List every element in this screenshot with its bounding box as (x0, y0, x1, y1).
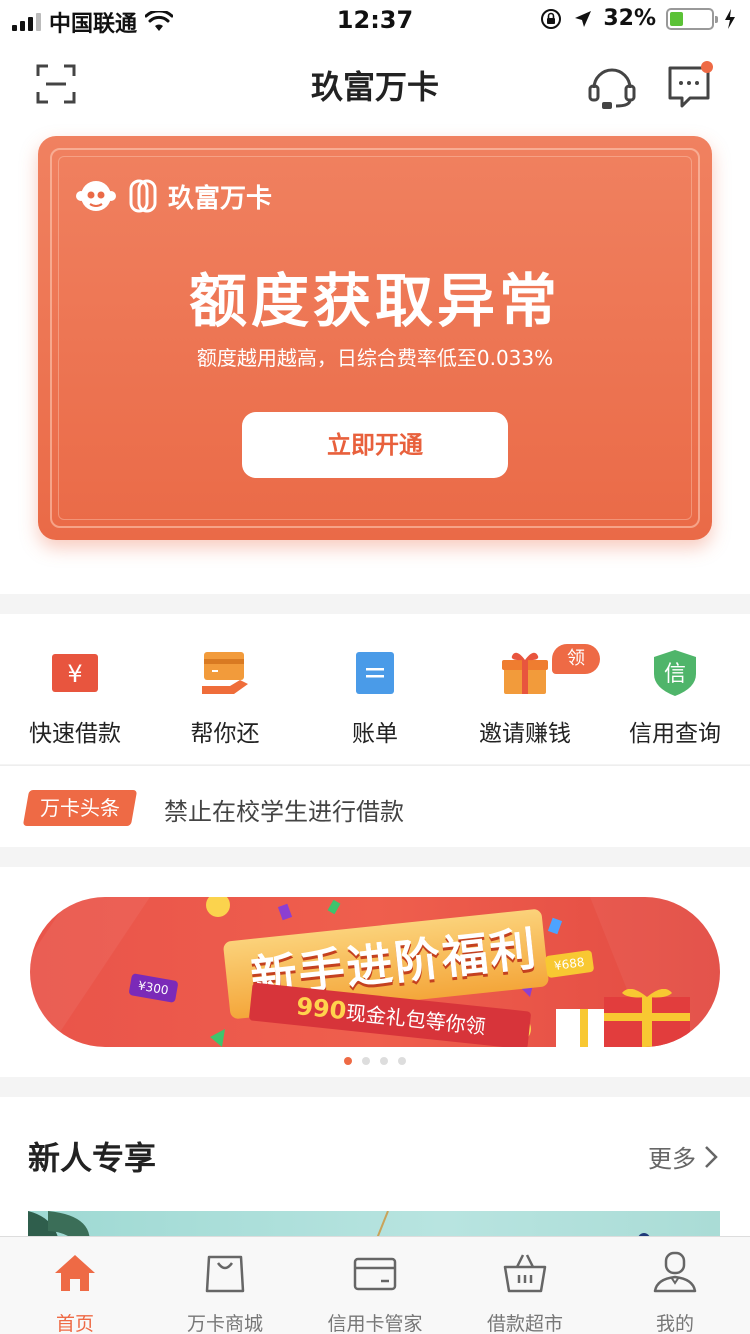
tab-card-manager[interactable]: 信用卡管家 (300, 1237, 450, 1334)
promo-carousel: 新手进阶福利 990现金礼包等你领 ¥300 ¥688 (0, 867, 750, 1077)
quick-menu: ¥ 快速借款 帮你还 账单 领现金 邀请赚钱 信 信用查询 (0, 614, 750, 764)
gift-box-icon (502, 652, 548, 694)
user-icon (653, 1251, 697, 1293)
cash-badge: 领现金 (552, 644, 600, 729)
menu-item-quick-loan[interactable]: ¥ 快速借款 (0, 614, 150, 764)
menu-item-credit-query[interactable]: 信 信用查询 (600, 614, 750, 764)
menu-item-repay[interactable]: 帮你还 (150, 614, 300, 764)
brand-logo: 玖富万卡 (74, 176, 272, 216)
more-link[interactable]: 更多 (648, 1139, 718, 1174)
menu-item-invite[interactable]: 领现金 邀请赚钱 (450, 614, 600, 764)
status-bar: 中国联通 12:37 32% (0, 0, 750, 40)
credit-card-icon (353, 1257, 397, 1291)
section-title: 新人专享 (28, 1139, 157, 1177)
headset-icon[interactable] (586, 60, 638, 112)
battery-level (670, 11, 683, 26)
app-screen: 中国联通 12:37 32% 玖富万卡 玖富万卡 额度获取异常 额度越用越高，日… (0, 0, 750, 1334)
svg-text:¥: ¥ (67, 660, 82, 688)
yuan-card-icon: ¥ (52, 654, 98, 692)
promo-banner[interactable]: 新手进阶福利 990现金礼包等你领 ¥300 ¥688 (30, 897, 720, 1047)
tab-home[interactable]: 首页 (0, 1237, 150, 1334)
tab-profile[interactable]: 我的 (600, 1237, 750, 1334)
tab-bar: 首页 万卡商城 信用卡管家 借款超市 我的 (0, 1236, 750, 1334)
tab-mall[interactable]: 万卡商城 (150, 1237, 300, 1334)
news-ticker[interactable]: 万卡头条 禁止在校学生进行借款 (0, 765, 750, 847)
brand-name: 玖富万卡 (168, 183, 273, 214)
shopping-bag-icon (205, 1255, 245, 1293)
rotation-lock-icon (541, 8, 562, 29)
mascot-icon (76, 181, 116, 211)
hero-subtitle: 额度越用越高，日综合费率低至0.033% (196, 346, 554, 370)
brand-mark-icon (129, 179, 157, 213)
gift-boxes-decoration (556, 989, 690, 1047)
bill-icon (356, 652, 394, 694)
menu-item-bill[interactable]: 账单 (300, 614, 450, 764)
carousel-dot[interactable] (362, 1057, 370, 1065)
credit-card-banner[interactable]: 玖富万卡 额度获取异常 额度越用越高，日综合费率低至0.033% 立即开通 (38, 136, 712, 540)
carousel-dot[interactable] (398, 1057, 406, 1065)
hero-title: 额度获取异常 (188, 267, 561, 335)
hero-section: 玖富万卡 额度获取异常 额度越用越高，日综合费率低至0.033% 立即开通 (0, 128, 750, 594)
carousel-dot[interactable] (380, 1057, 388, 1065)
chevron-right-icon (705, 1145, 718, 1168)
message-icon[interactable] (664, 60, 716, 112)
svg-text:信: 信 (664, 662, 686, 687)
tab-loan-market[interactable]: 借款超市 (450, 1237, 600, 1334)
card-hand-icon (202, 652, 248, 694)
location-icon (575, 10, 592, 27)
carousel-indicator (0, 1057, 750, 1065)
activate-button[interactable]: 立即开通 (242, 412, 508, 478)
carousel-dot[interactable] (344, 1057, 352, 1065)
basket-icon (503, 1254, 547, 1293)
news-text: 禁止在校学生进行借款 (164, 798, 404, 826)
credit-shield-icon: 信 (654, 650, 696, 696)
news-tag: 万卡头条 (22, 790, 138, 826)
nav-bar: 玖富万卡 (0, 40, 750, 128)
battery-percent: 32% (603, 6, 656, 31)
home-icon (55, 1255, 95, 1291)
charging-icon (725, 8, 735, 29)
battery-icon (666, 7, 718, 30)
